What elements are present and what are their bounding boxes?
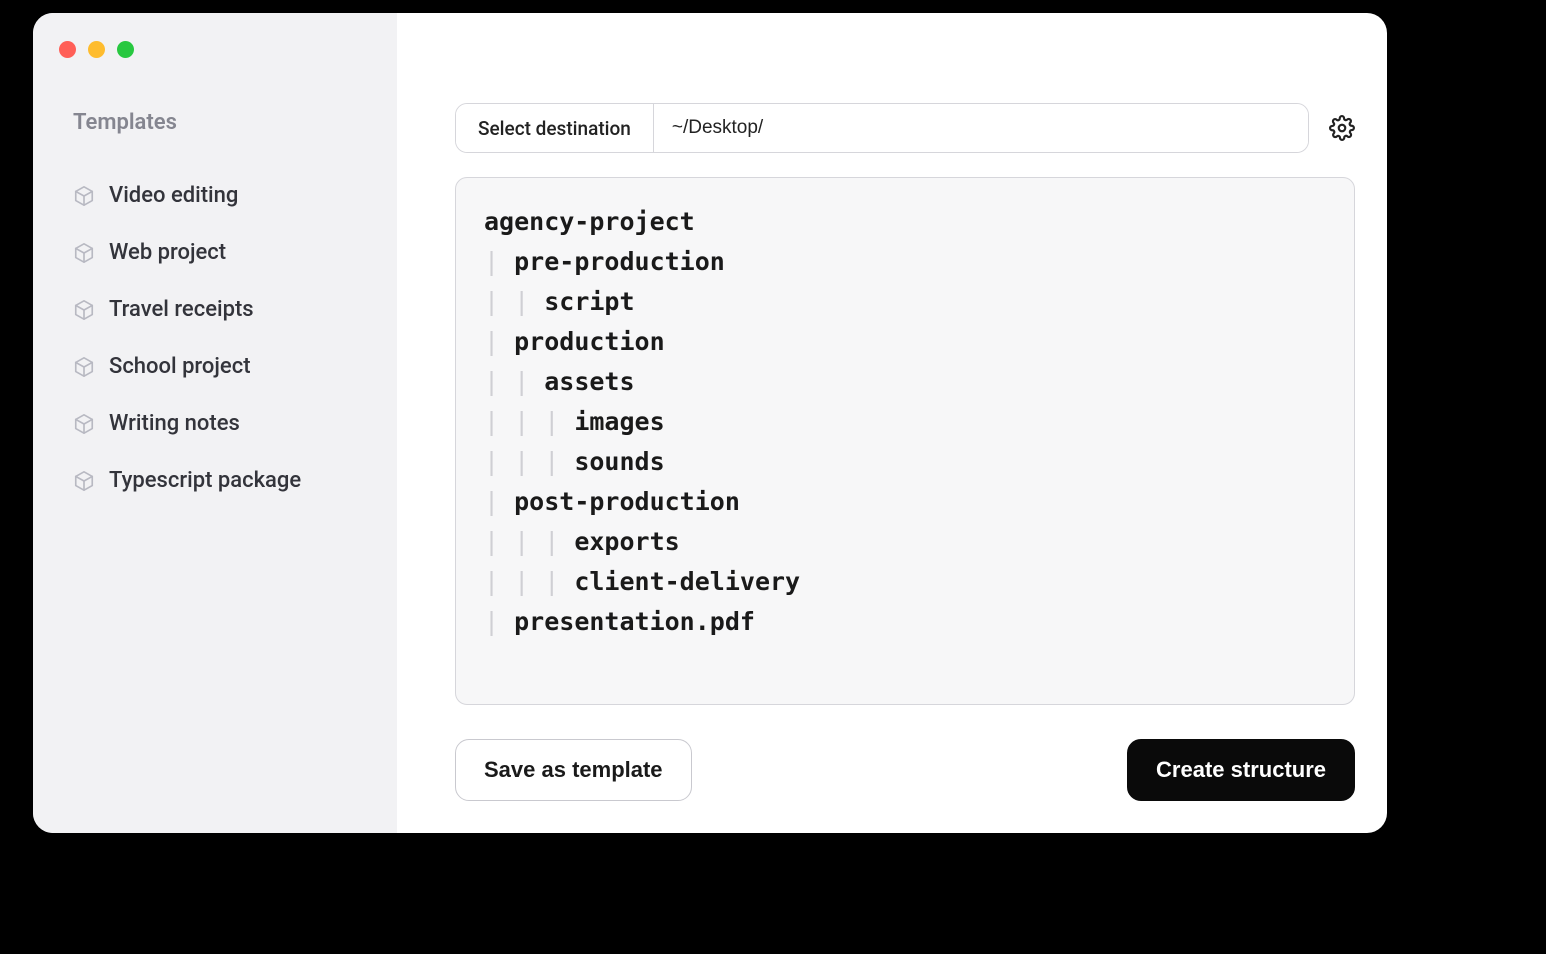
template-item-label: Travel receipts: [109, 297, 254, 322]
template-item-label: School project: [109, 354, 251, 379]
window-close-button[interactable]: [59, 41, 76, 58]
sidebar-title: Templates: [57, 110, 373, 135]
template-item[interactable]: Typescript package: [57, 452, 373, 509]
destination-path-input[interactable]: [654, 104, 1308, 152]
template-item[interactable]: Travel receipts: [57, 281, 373, 338]
template-item[interactable]: Web project: [57, 224, 373, 281]
select-destination-button[interactable]: Select destination: [456, 104, 654, 152]
window-zoom-button[interactable]: [117, 41, 134, 58]
save-as-template-button[interactable]: Save as template: [455, 739, 692, 801]
template-list: Video editing Web project Travel receipts S…: [57, 167, 373, 509]
template-item[interactable]: School project: [57, 338, 373, 395]
cube-icon: [73, 299, 95, 321]
app-window: Templates Video editing Web project Travel…: [33, 13, 1387, 833]
cube-icon: [73, 356, 95, 378]
create-structure-label: Create structure: [1156, 757, 1326, 783]
cube-icon: [73, 470, 95, 492]
template-item[interactable]: Video editing: [57, 167, 373, 224]
select-destination-label: Select destination: [478, 117, 631, 140]
settings-icon[interactable]: [1329, 115, 1355, 141]
cube-icon: [73, 185, 95, 207]
cube-icon: [73, 242, 95, 264]
cube-icon: [73, 413, 95, 435]
structure-editor[interactable]: agency-project | pre-production | | scri…: [455, 177, 1355, 705]
action-row: Save as template Create structure: [455, 739, 1355, 801]
template-item-label: Writing notes: [109, 411, 240, 436]
template-item-label: Typescript package: [109, 468, 301, 493]
window-controls: [57, 41, 373, 58]
template-item-label: Web project: [109, 240, 226, 265]
main-panel: Select destination agency-project | pre-…: [397, 13, 1387, 833]
sidebar: Templates Video editing Web project Travel…: [33, 13, 397, 833]
create-structure-button[interactable]: Create structure: [1127, 739, 1355, 801]
destination-group: Select destination: [455, 103, 1309, 153]
save-as-template-label: Save as template: [484, 757, 663, 783]
window-minimize-button[interactable]: [88, 41, 105, 58]
template-item-label: Video editing: [109, 183, 238, 208]
destination-row: Select destination: [455, 103, 1355, 153]
template-item[interactable]: Writing notes: [57, 395, 373, 452]
